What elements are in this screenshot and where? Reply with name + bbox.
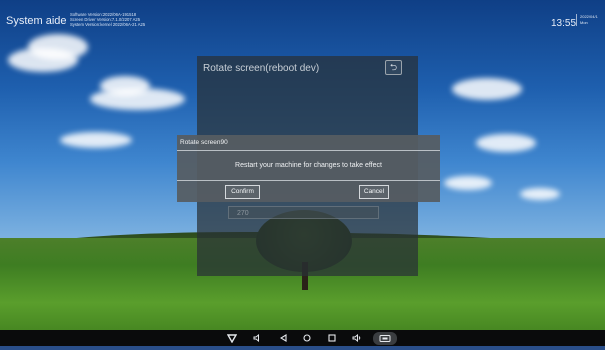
date: 2022/04/1 Mon [576,14,598,26]
cloud [476,134,536,152]
cloud [520,188,560,200]
volume-up-icon[interactable] [350,330,364,346]
cloud [60,132,132,148]
cloud [100,76,150,96]
weekday: Mon [580,20,588,25]
cloud [452,78,522,100]
rotation-option-270[interactable]: 270 [228,206,379,219]
navigation-bar [0,330,605,346]
screenshot-button[interactable] [373,332,397,345]
clock: 13:55 [551,18,577,29]
app-title: System aide [6,15,67,27]
confirm-button[interactable]: Confirm [225,185,260,199]
cloud [444,176,492,190]
confirm-dialog: Rotate screen90 Restart your machine for… [177,135,440,202]
dialog-message: Restart your machine for changes to take… [235,162,382,169]
panel-title: Rotate screen(reboot dev) [203,63,320,74]
status-header: System aide Software Version:2022/06A-19… [0,0,605,40]
system-version: System Version:kernel 2022/06A-21 A25 [70,22,146,27]
divider [177,180,440,181]
cancel-button[interactable]: Cancel [359,185,389,199]
home-icon[interactable] [301,330,313,346]
hide-nav-icon[interactable] [225,330,239,346]
back-icon[interactable] [277,330,289,346]
return-icon[interactable]: ⮌ [385,60,402,75]
volume-down-icon[interactable] [251,330,263,346]
version-info: Software Version:2022/06A-191518 Screen … [70,12,145,27]
dialog-title: Rotate screen90 [180,139,228,146]
recents-icon[interactable] [326,330,338,346]
divider [177,150,440,151]
